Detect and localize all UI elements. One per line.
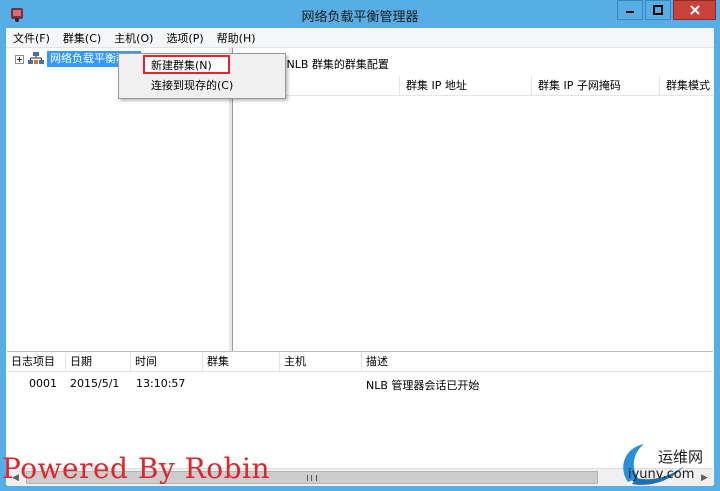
expand-icon[interactable] <box>15 55 24 64</box>
maximize-icon <box>653 5 663 15</box>
grip-icon <box>307 474 317 481</box>
menu-options[interactable]: 选项(P) <box>159 30 209 46</box>
menu-host[interactable]: 主机(O) <box>107 30 159 46</box>
context-menu: 新建群集(N) 连接到现存的(C) <box>118 53 286 99</box>
log-cell-date: 2015/5/1 <box>70 377 120 390</box>
column-header-cluster-mode[interactable]: 群集模式 <box>659 76 720 95</box>
log-column-header: 日志项目 日期 时间 群集 主机 描述 <box>7 352 713 372</box>
menu-cluster[interactable]: 群集(C) <box>56 30 107 46</box>
menu-file[interactable]: 文件(F) <box>6 30 56 46</box>
log-column-entry[interactable]: 日志项目 <box>7 352 66 371</box>
minimize-icon <box>626 11 634 13</box>
menu-help[interactable]: 帮助(H) <box>210 30 262 46</box>
menu-bar: 文件(F) 群集(C) 主机(O) 选项(P) 帮助(H) <box>6 28 714 48</box>
log-cell-time: 13:10:57 <box>136 377 186 390</box>
log-column-time[interactable]: 时间 <box>131 352 203 371</box>
log-column-cluster[interactable]: 群集 <box>203 352 280 371</box>
log-list: 日志项目 日期 时间 群集 主机 描述 0001 2015/5/1 13:10:… <box>7 351 713 468</box>
close-icon <box>689 5 700 15</box>
details-header: 的 NLB 群集的群集配置 <box>272 58 389 71</box>
minimize-button[interactable] <box>617 0 643 20</box>
cluster-icon <box>28 52 44 64</box>
column-header-subnet-mask[interactable]: 群集 IP 子网掩码 <box>531 76 665 95</box>
context-item-connect-existing[interactable]: 连接到现存的(C) <box>121 76 281 95</box>
log-column-host[interactable]: 主机 <box>280 352 362 371</box>
window-title: 网络负载平衡管理器 <box>301 10 419 25</box>
log-column-description[interactable]: 描述 <box>362 352 713 371</box>
log-column-date[interactable]: 日期 <box>66 352 131 371</box>
close-button[interactable] <box>673 0 716 20</box>
title-bar[interactable]: 网络负载平衡管理器 <box>0 0 720 28</box>
log-cell-entry: 0001 <box>29 377 57 390</box>
details-column-header: 群集 IP 地址 群集 IP 子网掩码 群集模式 <box>233 76 714 96</box>
logo-cn-text: 运维网 <box>658 448 704 466</box>
watermark-text: Powered By Robin <box>2 452 271 485</box>
column-header-cluster-ip[interactable]: 群集 IP 地址 <box>399 76 532 95</box>
log-cell-description: NLB 管理器会话已开始 <box>366 379 480 392</box>
maximize-button[interactable] <box>645 0 671 20</box>
details-pane: 的 NLB 群集的群集配置 群集 IP 地址 群集 IP 子网掩码 群集模式 <box>233 48 714 372</box>
context-item-new-cluster[interactable]: 新建群集(N) <box>121 56 281 75</box>
app-window: 网络负载平衡管理器 文件(F) 群集(C) 主机(O) 选项(P) 帮助(H) <box>0 0 720 491</box>
logo-url-text: iyunv.com <box>628 467 695 482</box>
client-area: 文件(F) 群集(C) 主机(O) 选项(P) 帮助(H) 网络负载平衡群集 的… <box>6 28 714 486</box>
